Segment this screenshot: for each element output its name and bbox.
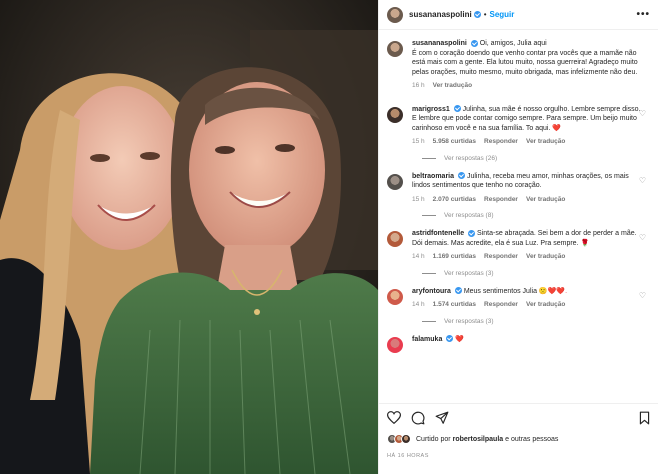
likes-summary: Curtido por robertosilpaula e outras pes… <box>387 434 649 444</box>
verified-badge-icon <box>446 335 454 343</box>
reply-button[interactable]: Responder <box>484 252 518 262</box>
verified-badge-icon <box>470 39 478 47</box>
comments-list[interactable]: susananaspolini Oi, amigos, Julia aqui É … <box>379 31 658 403</box>
view-replies-label: Ver respostas (3) <box>444 269 494 277</box>
view-replies-label: Ver respostas (26) <box>444 154 498 162</box>
caption-avatar[interactable] <box>387 41 403 57</box>
comment-beltraomaria: beltraomaria Julinha, receba meu amor, m… <box>387 172 650 205</box>
comment-astridfontenelle: astridfontenelle Sinta-se abraçada. Sei … <box>387 229 650 262</box>
translate-button[interactable]: Ver tradução <box>526 195 565 205</box>
comment-username[interactable]: beltraomaria <box>412 173 454 180</box>
view-replies-label: Ver respostas (8) <box>444 212 494 219</box>
caption: susananaspolini Oi, amigos, Julia aqui É … <box>387 39 650 91</box>
replies-line <box>422 215 436 216</box>
translate-button[interactable]: Ver tradução <box>526 300 565 310</box>
comment-marigross1: marigross1 Julinha, sua mãe é nosso orgu… <box>387 105 650 147</box>
view-replies-button[interactable]: Ver respostas (26) <box>422 155 650 162</box>
share-icon[interactable] <box>435 411 449 427</box>
view-replies-button[interactable]: Ver respostas (8) <box>422 212 650 219</box>
reply-button[interactable]: Responder <box>484 195 518 205</box>
heart-emoji: ❤️ <box>552 124 562 132</box>
comment-likes-count[interactable]: 5.958 curtidas <box>433 137 476 147</box>
caption-translate-button[interactable]: Ver tradução <box>433 81 472 91</box>
post-timestamp: HÁ 16 HORAS <box>387 453 429 459</box>
comment-text: Meus sentimentos Julia <box>463 287 537 295</box>
comment-like-heart-icon[interactable]: ♡ <box>639 291 646 300</box>
comment-likes-count[interactable]: 1.169 curtidas <box>433 252 476 262</box>
comments-panel: susananaspolini • Seguir ••• susananaspo… <box>378 0 658 474</box>
comment-time: 15 h <box>412 138 425 145</box>
liker-avatars <box>387 434 411 444</box>
reply-button[interactable]: Responder <box>484 137 518 147</box>
comment-time: 15 h <box>412 195 425 203</box>
comment-avatar[interactable] <box>387 173 403 190</box>
comment-likes-count[interactable]: 1.574 curtidas <box>433 300 476 310</box>
rose-emoji: 🌹 <box>580 239 590 247</box>
instagram-post: susananaspolini • Seguir ••• susananaspo… <box>0 0 658 474</box>
bookmark-icon[interactable] <box>639 411 650 427</box>
comment-like-heart-icon[interactable]: ♡ <box>639 233 646 242</box>
view-replies-button[interactable]: Ver respostas (3) <box>422 318 650 325</box>
comment-username[interactable]: marigross1 <box>412 106 450 113</box>
post-photo[interactable] <box>0 0 378 474</box>
photo-illustration <box>0 0 378 474</box>
comment-avatar[interactable] <box>387 336 403 353</box>
header-separator: • <box>483 10 487 19</box>
caption-time: 16 h <box>412 82 425 89</box>
verified-badge-icon <box>473 11 481 18</box>
comment-like-heart-icon[interactable]: ♡ <box>639 109 646 118</box>
reply-button[interactable]: Responder <box>484 300 518 310</box>
heart-icon[interactable] <box>386 411 402 426</box>
verified-badge-icon <box>454 287 462 295</box>
action-bar <box>379 403 658 433</box>
translate-button[interactable]: Ver tradução <box>526 137 565 147</box>
follow-button[interactable]: Seguir <box>490 10 515 19</box>
view-replies-label: Ver respostas (3) <box>444 317 494 325</box>
replies-line <box>422 320 436 322</box>
likes-prefix: Curtido por <box>416 435 451 443</box>
comment-time: 14 h <box>412 301 425 308</box>
replies-line <box>422 157 436 159</box>
post-header: susananaspolini • Seguir ••• <box>379 0 658 30</box>
likes-suffix[interactable]: e outras pessoas <box>505 436 558 443</box>
replies-line <box>422 272 436 274</box>
comment-aryfontoura: aryfontoura Meus sentimentos Julia 🙁❤️❤️… <box>387 287 650 310</box>
heart-emoji: ❤️ <box>455 335 464 343</box>
author-avatar[interactable] <box>387 6 403 23</box>
comment-time: 14 h <box>412 253 425 260</box>
view-replies-button[interactable]: Ver respostas (3) <box>422 270 650 277</box>
verified-badge-icon <box>457 172 465 180</box>
caption-username[interactable]: susananaspolini <box>412 40 467 47</box>
comment-like-heart-icon[interactable]: ♡ <box>639 176 646 185</box>
liker-username[interactable]: robertosilpaula <box>453 436 504 443</box>
more-options-icon[interactable]: ••• <box>636 9 650 20</box>
translate-button[interactable]: Ver tradução <box>526 252 565 262</box>
comment-username[interactable]: falamuka <box>412 336 442 343</box>
comment-username[interactable]: aryfontoura <box>412 288 451 295</box>
liker-avatar <box>401 434 411 444</box>
comment-avatar[interactable] <box>387 106 403 123</box>
comment-falamuka: falamuka ❤️ <box>387 335 650 353</box>
verified-badge-icon <box>453 105 461 113</box>
comment-avatar[interactable] <box>387 288 403 305</box>
comment-likes-count[interactable]: 2.070 curtidas <box>433 195 476 205</box>
comment-username[interactable]: astridfontenelle <box>412 230 464 237</box>
comment-avatar[interactable] <box>387 231 403 247</box>
verified-badge-icon <box>468 229 476 237</box>
emoji-reaction: 🙁❤️❤️. <box>538 287 568 295</box>
author-username[interactable]: susananaspolini <box>409 10 472 19</box>
comment-icon[interactable] <box>411 411 425 427</box>
